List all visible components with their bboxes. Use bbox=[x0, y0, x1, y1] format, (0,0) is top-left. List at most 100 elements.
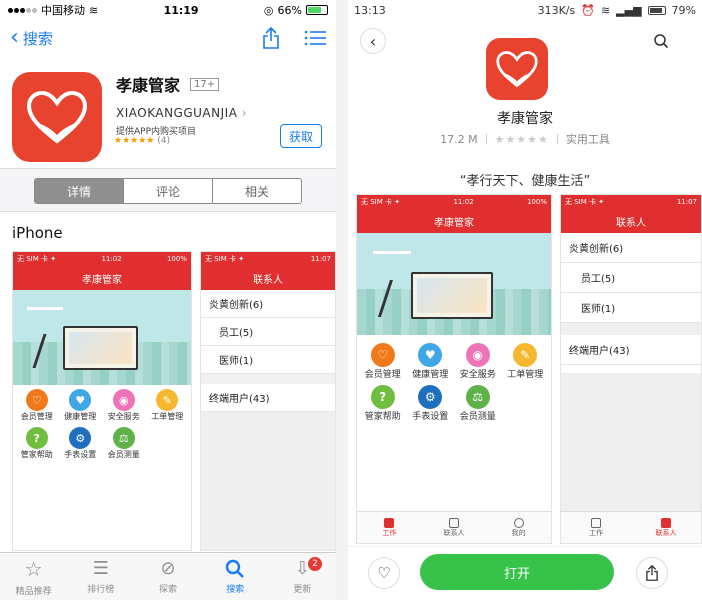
mock-tab-contacts[interactable]: 联系人 bbox=[631, 512, 701, 543]
app-icon bbox=[486, 38, 548, 100]
mock-carrier: 无 SIM 卡 ✦ bbox=[205, 255, 245, 263]
feature-safety[interactable]: ◉ 安全服务 bbox=[454, 343, 502, 380]
feature-health[interactable]: ♥ 健康管理 bbox=[59, 389, 103, 422]
mock-time: 11:07 bbox=[676, 198, 697, 206]
sub-item-row[interactable]: 医师(1) bbox=[561, 293, 701, 323]
open-button[interactable]: 打开 bbox=[420, 554, 614, 590]
back-button[interactable]: ‹ bbox=[360, 28, 386, 54]
feature-watch[interactable]: ⚙ 手表设置 bbox=[407, 385, 455, 422]
feature-grid: ♡ 会员管理 ♥ 健康管理 ◉ 安全服务 ✎ 工单管理 ? 管家帮助 ⚙ 手表设置 ⚖ 会员测… bbox=[13, 385, 191, 469]
tab-label: 探索 bbox=[159, 585, 178, 595]
rating-stars: ★★★★★ bbox=[114, 136, 155, 146]
feature-measure[interactable]: ⚖ 会员测量 bbox=[102, 427, 146, 460]
screenshot-contacts[interactable]: 无 SIM 卡 ✦ 11:07 联系人 炎黄创新(6) 员工(5) 医师(1) 终… bbox=[200, 251, 336, 551]
tab-featured[interactable]: ☆ 精品推荐 bbox=[0, 553, 67, 600]
feature-label: 手表设置 bbox=[64, 450, 97, 459]
get-button[interactable]: 获取 bbox=[280, 124, 322, 148]
mock-time: 11:02 bbox=[453, 198, 474, 206]
chevron-left-icon: ‹ bbox=[369, 31, 377, 51]
feature-label: 工单管理 bbox=[507, 370, 544, 380]
network-speed: 313K/s bbox=[537, 3, 576, 17]
group-row[interactable]: 炎黄创新(6) bbox=[201, 290, 335, 318]
tab-label: 搜索 bbox=[226, 584, 245, 595]
list-icon[interactable] bbox=[304, 30, 326, 46]
help-icon: ? bbox=[370, 385, 395, 409]
feature-workorder[interactable]: ✎ 工单管理 bbox=[502, 343, 550, 380]
segment-details[interactable]: 详情 bbox=[35, 179, 124, 203]
mock-title-bar: 联系人 bbox=[201, 266, 335, 290]
tab-label: 精品推荐 bbox=[15, 586, 52, 597]
feature-label: 会员测量 bbox=[107, 450, 140, 459]
feature-workorder[interactable]: ✎ 工单管理 bbox=[146, 389, 190, 422]
row-gap bbox=[561, 323, 701, 335]
mock-carrier: 无 SIM 卡 ✦ bbox=[565, 198, 605, 206]
feature-member[interactable]: ♡ 会员管理 bbox=[359, 343, 407, 380]
feature-help[interactable]: ? 管家帮助 bbox=[15, 427, 59, 460]
location-icon: ◉ bbox=[465, 343, 490, 367]
tab-label: 我的 bbox=[511, 528, 526, 537]
feature-label: 会员管理 bbox=[364, 370, 401, 380]
favorite-button[interactable]: ♡ bbox=[368, 557, 400, 589]
tab-label: 工作 bbox=[589, 528, 603, 537]
share-button[interactable] bbox=[636, 557, 668, 589]
feature-label: 手表设置 bbox=[412, 412, 449, 422]
feature-watch[interactable]: ⚙ 手表设置 bbox=[59, 427, 103, 460]
back-button[interactable]: ‹ 搜索 bbox=[10, 27, 53, 49]
tab-label: 工作 bbox=[382, 528, 397, 537]
feature-label: 安全服务 bbox=[459, 370, 496, 380]
developer-link[interactable]: XIAOKANGGUANJIA › bbox=[116, 106, 324, 120]
mock-status-bar: 无 SIM 卡 ✦ 11:07 bbox=[561, 195, 701, 209]
screenshot-contacts[interactable]: 无 SIM 卡 ✦ 11:07 联系人 炎黄创新(6) 员工(5) 医师(1) 终… bbox=[560, 194, 702, 544]
app-icon bbox=[12, 72, 102, 162]
terminal-row[interactable]: 终端用户(43) bbox=[561, 335, 701, 365]
feature-label: 管家帮助 bbox=[20, 450, 53, 459]
location-icon: ◉ bbox=[112, 389, 135, 411]
carrier-label: 中国移动 bbox=[41, 4, 85, 17]
mock-tab-contacts[interactable]: 联系人 bbox=[422, 512, 487, 543]
tab-charts[interactable]: ☰ 排行榜 bbox=[67, 553, 134, 600]
tab-explore[interactable]: ⊘ 探索 bbox=[134, 553, 201, 600]
sub-item-row[interactable]: 员工(5) bbox=[201, 318, 335, 346]
feature-member[interactable]: ♡ 会员管理 bbox=[15, 389, 59, 422]
row-gap bbox=[201, 374, 335, 384]
tab-updates[interactable]: ⇩ 更新 2 bbox=[269, 553, 336, 600]
tab-search[interactable]: 搜索 bbox=[202, 553, 269, 600]
feature-safety[interactable]: ◉ 安全服务 bbox=[102, 389, 146, 422]
mock-title-bar: 联系人 bbox=[561, 209, 701, 233]
app-name: 孝康管家 bbox=[116, 76, 181, 95]
share-icon[interactable] bbox=[262, 27, 282, 49]
sub-item-row[interactable]: 医师(1) bbox=[201, 346, 335, 374]
health-icon: ♥ bbox=[418, 343, 443, 367]
battery-icon bbox=[647, 5, 666, 15]
pane-divider bbox=[336, 0, 348, 600]
member-icon: ♡ bbox=[25, 389, 48, 411]
gear-icon: ⚙ bbox=[69, 427, 92, 449]
mock-tab-me[interactable]: 我的 bbox=[486, 512, 551, 543]
app-meta: 17.2 M ★★★★★ 实用工具 bbox=[348, 131, 702, 147]
ios-app-store-pane: 中国移动 ≋ 11:19 ◎ 66% ‹ 搜索 孝康管家 17+ XIAOKAN… bbox=[0, 0, 336, 600]
android-status-bar: 13:13 313K/s ⏰ ≋ ▂▄▆ 79% bbox=[348, 0, 702, 20]
group-row[interactable]: 炎黄创新(6) bbox=[561, 233, 701, 263]
terminal-row[interactable]: 终端用户(43) bbox=[201, 384, 335, 412]
mock-tab-work[interactable]: 工作 bbox=[561, 512, 631, 543]
developer-name: XIAOKANGGUANJIA bbox=[116, 106, 238, 120]
mock-tab-work[interactable]: 工作 bbox=[357, 512, 422, 543]
grid-icon bbox=[591, 517, 601, 528]
feature-health[interactable]: ♥ 健康管理 bbox=[407, 343, 455, 380]
feature-label: 安全服务 bbox=[107, 412, 140, 421]
ios-navigation-bar: ‹ 搜索 bbox=[0, 20, 336, 56]
ios-status-bar: 中国移动 ≋ 11:19 ◎ 66% bbox=[0, 0, 336, 20]
feature-help[interactable]: ? 管家帮助 bbox=[359, 385, 407, 422]
updates-badge: 2 bbox=[308, 557, 323, 571]
segment-reviews[interactable]: 评论 bbox=[124, 179, 213, 203]
app-size: 17.2 M bbox=[440, 132, 478, 146]
screenshot-home[interactable]: 无 SIM 卡 ✦ 11:02 100% 孝康管家 ♡ 会员管理 ♥ 健康管理 ◉ 安全服… bbox=[12, 251, 192, 551]
share-icon bbox=[646, 565, 658, 581]
segment-related[interactable]: 相关 bbox=[213, 179, 301, 203]
feature-measure[interactable]: ⚖ 会员测量 bbox=[454, 385, 502, 422]
search-button[interactable] bbox=[648, 28, 674, 54]
screenshot-home[interactable]: 无 SIM 卡 ✦ 11:02 100% 孝康管家 ♡ 会员管理 ♥ 健康管理 ◉ 安全服… bbox=[356, 194, 552, 544]
sub-item-row[interactable]: 员工(5) bbox=[561, 263, 701, 293]
mock-tab-bar: 工作 联系人 我的 bbox=[357, 511, 551, 543]
battery-icon bbox=[305, 5, 328, 15]
